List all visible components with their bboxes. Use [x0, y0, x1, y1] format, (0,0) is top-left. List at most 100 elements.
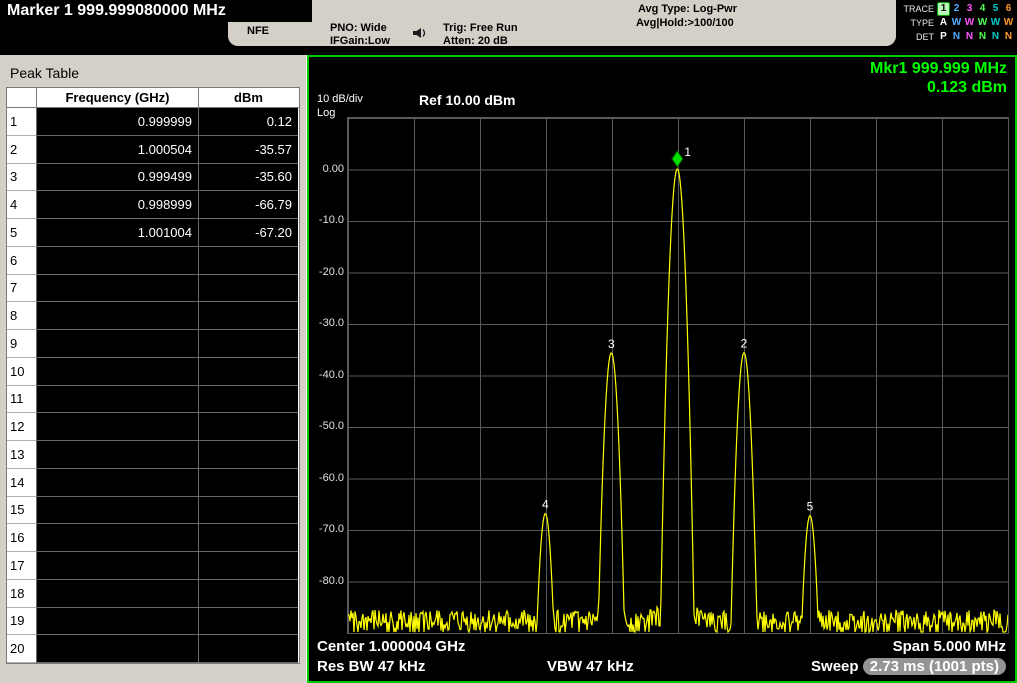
trigger-annotation[interactable]: Trig: Free Run	[443, 22, 518, 34]
cell-frequency	[36, 330, 198, 358]
cell-frequency	[36, 552, 198, 580]
trace-3-det-indicator[interactable]: N	[963, 31, 976, 43]
span-annotation[interactable]: Span 5.000 MHz	[893, 638, 1006, 655]
cell-dbm	[198, 330, 298, 358]
trace-4-trace-indicator[interactable]: 4	[976, 3, 989, 15]
table-row: 10	[7, 358, 299, 386]
marker1-amplitude: 0.123 dBm	[870, 78, 1007, 97]
table-row: 20	[7, 635, 299, 663]
table-row: 11	[7, 386, 299, 414]
table-row: 13	[7, 441, 299, 469]
sweep-annotation[interactable]: Sweep 2.73 ms (1001 pts)	[811, 658, 1006, 675]
row-number: 8	[7, 302, 36, 330]
cell-dbm	[198, 275, 298, 303]
trace-1-trace-indicator[interactable]: 1	[937, 2, 950, 16]
table-row: 30.999499-35.60	[7, 164, 299, 192]
cell-dbm	[198, 247, 298, 275]
table-row: 12	[7, 413, 299, 441]
center-frequency-annotation[interactable]: Center 1.000004 GHz	[317, 638, 465, 655]
cell-dbm	[198, 524, 298, 552]
y-axis-label: -50.0	[309, 420, 344, 433]
nfe-annotation[interactable]: NFE	[247, 25, 269, 37]
trace-1-det-indicator[interactable]: P	[937, 31, 950, 43]
table-row: 19	[7, 608, 299, 636]
peak-label-4: 4	[542, 497, 549, 511]
cell-frequency	[36, 358, 198, 386]
table-row: 9	[7, 330, 299, 358]
cell-dbm: -35.57	[198, 136, 298, 164]
active-marker-readout[interactable]: Marker 1 999.999080000 MHz	[0, 0, 312, 22]
table-row: 18	[7, 580, 299, 608]
trace-status-row-trace: TRACE123456	[896, 2, 1016, 16]
table-row: 51.001004-67.20	[7, 219, 299, 247]
avg-type-annotation[interactable]: Avg Type: Log-Pwr	[638, 3, 737, 15]
cell-frequency	[36, 413, 198, 441]
trace-3-trace-indicator[interactable]: 3	[963, 3, 976, 15]
trace-plot: 12345	[348, 118, 1008, 633]
y-axis-label: -80.0	[309, 575, 344, 588]
y-axis-label: -30.0	[309, 317, 344, 330]
ifgain-annotation[interactable]: IFGain:Low	[330, 35, 390, 47]
trace-5-type-indicator[interactable]: W	[989, 17, 1002, 29]
speaker-muted-icon[interactable]	[412, 26, 430, 44]
table-row: 8	[7, 302, 299, 330]
trace-6-type-indicator[interactable]: W	[1002, 17, 1015, 29]
row-number: 20	[7, 635, 36, 663]
rbw-annotation[interactable]: Res BW 47 kHz	[317, 658, 425, 675]
y-axis-label: -70.0	[309, 523, 344, 536]
marker1-result-readout[interactable]: Mkr1 999.999 MHz 0.123 dBm	[870, 59, 1007, 97]
cell-frequency	[36, 302, 198, 330]
ref-level-annotation[interactable]: Ref 10.00 dBm	[419, 92, 515, 108]
cell-dbm	[198, 469, 298, 497]
trace-2-det-indicator[interactable]: N	[950, 31, 963, 43]
cell-dbm	[198, 608, 298, 636]
row-number: 17	[7, 552, 36, 580]
cell-frequency	[36, 497, 198, 525]
sweep-time-value[interactable]: 2.73 ms (1001 pts)	[863, 658, 1006, 675]
trace-2-trace-indicator[interactable]: 2	[950, 3, 963, 15]
cell-frequency	[36, 635, 198, 663]
trace-3-type-indicator[interactable]: W	[963, 17, 976, 29]
atten-annotation[interactable]: Atten: 20 dB	[443, 35, 508, 47]
cell-dbm	[198, 635, 298, 663]
trace-status-row-det: DETPNNNNN	[896, 30, 1016, 44]
trace-5-trace-indicator[interactable]: 5	[989, 3, 1002, 15]
cell-frequency	[36, 247, 198, 275]
bandwidth-annotation-row: Res BW 47 kHz VBW 47 kHz Sweep 2.73 ms (…	[317, 658, 1006, 678]
marker-1-diamond[interactable]	[672, 151, 683, 167]
cell-frequency: 1.001004	[36, 219, 198, 247]
trace-5-det-indicator[interactable]: N	[989, 31, 1002, 43]
cell-dbm	[198, 497, 298, 525]
trace-6-det-indicator[interactable]: N	[1002, 31, 1015, 43]
trace-row-label: TYPE	[896, 18, 934, 28]
cell-frequency	[36, 580, 198, 608]
pno-annotation[interactable]: PNO: Wide	[330, 22, 387, 34]
log-scale-label[interactable]: Log	[317, 107, 335, 119]
trace-4-det-indicator[interactable]: N	[976, 31, 989, 43]
column-header-frequency: Frequency (GHz)	[36, 88, 198, 107]
trace-status-block[interactable]: TRACE123456TYPEAWWWWWDETPNNNNN	[896, 2, 1016, 44]
scale-per-div-label[interactable]: 10 dB/div	[317, 93, 363, 105]
cell-dbm	[198, 552, 298, 580]
avg-hold-annotation[interactable]: Avg|Hold:>100/100	[636, 17, 734, 29]
cell-dbm: -67.20	[198, 219, 298, 247]
cell-frequency	[36, 608, 198, 636]
sweep-label: Sweep	[811, 658, 859, 675]
cell-dbm	[198, 358, 298, 386]
trace-4-type-indicator[interactable]: W	[976, 17, 989, 29]
vbw-annotation[interactable]: VBW 47 kHz	[547, 658, 634, 675]
cell-dbm	[198, 580, 298, 608]
trace-2-type-indicator[interactable]: W	[950, 17, 963, 29]
cell-dbm: -66.79	[198, 191, 298, 219]
peak-table-header: Frequency (GHz) dBm	[7, 88, 299, 108]
row-number: 5	[7, 219, 36, 247]
trace-6-trace-indicator[interactable]: 6	[1002, 3, 1015, 15]
cell-frequency: 0.999999	[36, 108, 198, 136]
row-number: 6	[7, 247, 36, 275]
row-number: 1	[7, 108, 36, 136]
peak-label-2: 2	[741, 337, 748, 351]
trace-1-type-indicator[interactable]: A	[937, 17, 950, 29]
cell-frequency	[36, 524, 198, 552]
peak-label-1: 1	[684, 145, 691, 159]
spectrum-display: Mkr1 999.999 MHz 0.123 dBm 10 dB/div Log…	[307, 55, 1017, 683]
